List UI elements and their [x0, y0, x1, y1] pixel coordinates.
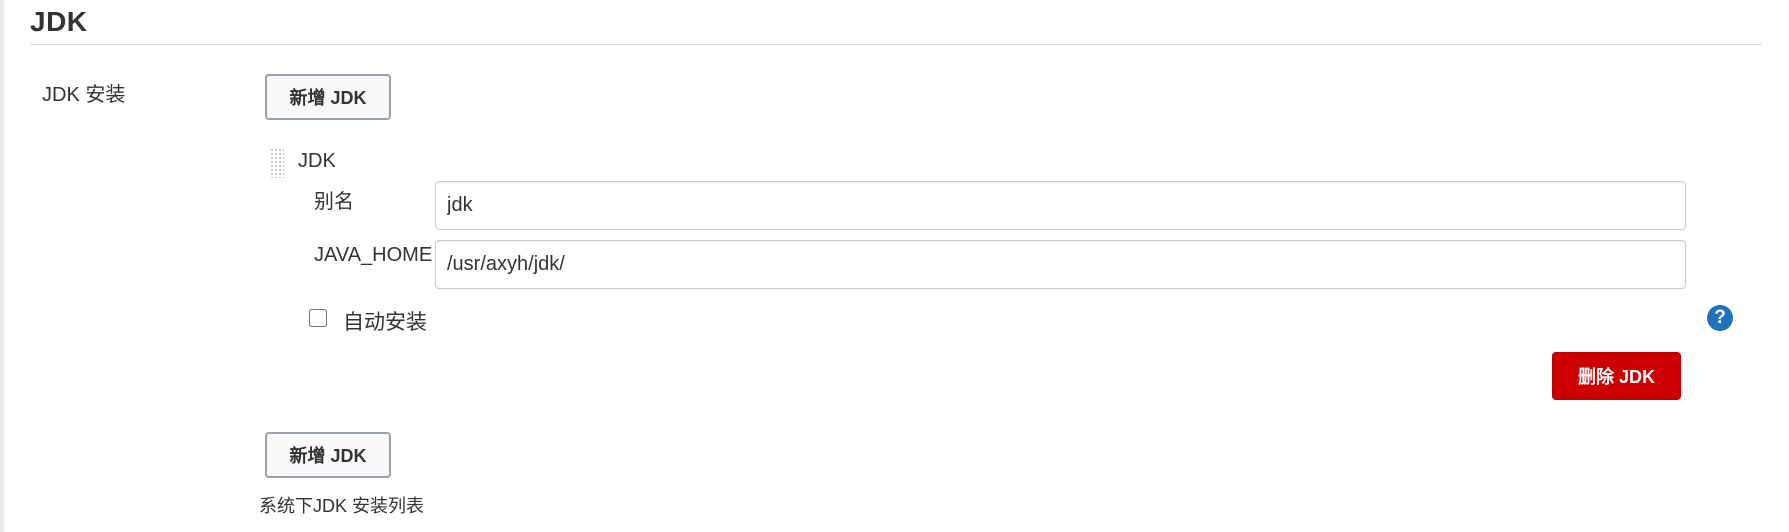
section-title: JDK: [30, 6, 88, 37]
left-border: [0, 0, 4, 532]
jdk-install-description: 系统下JDK 安装列表: [259, 496, 425, 516]
drag-handle-icon[interactable]: [270, 148, 284, 178]
delete-jdk-button[interactable]: 删除 JDK: [1552, 352, 1681, 400]
auto-install-label[interactable]: 自动安装: [343, 306, 427, 336]
add-jdk-button-top[interactable]: 新增 JDK: [265, 74, 391, 120]
java-home-input[interactable]: [435, 240, 1686, 289]
jdk-config-page: JDK JDK 安装 新增 JDK JDK 别名 JAVA_HOME 自动安装 …: [0, 0, 1789, 532]
add-jdk-button-bottom[interactable]: 新增 JDK: [265, 432, 391, 478]
jdk-install-label: JDK 安装: [42, 84, 126, 106]
auto-install-checkbox[interactable]: [309, 309, 327, 327]
help-icon[interactable]: ?: [1707, 305, 1733, 331]
alias-input[interactable]: [435, 181, 1686, 230]
java-home-label: JAVA_HOME: [314, 244, 433, 266]
section-divider: [30, 44, 1762, 45]
alias-label: 别名: [314, 191, 354, 213]
jdk-item-header: JDK: [298, 150, 336, 172]
